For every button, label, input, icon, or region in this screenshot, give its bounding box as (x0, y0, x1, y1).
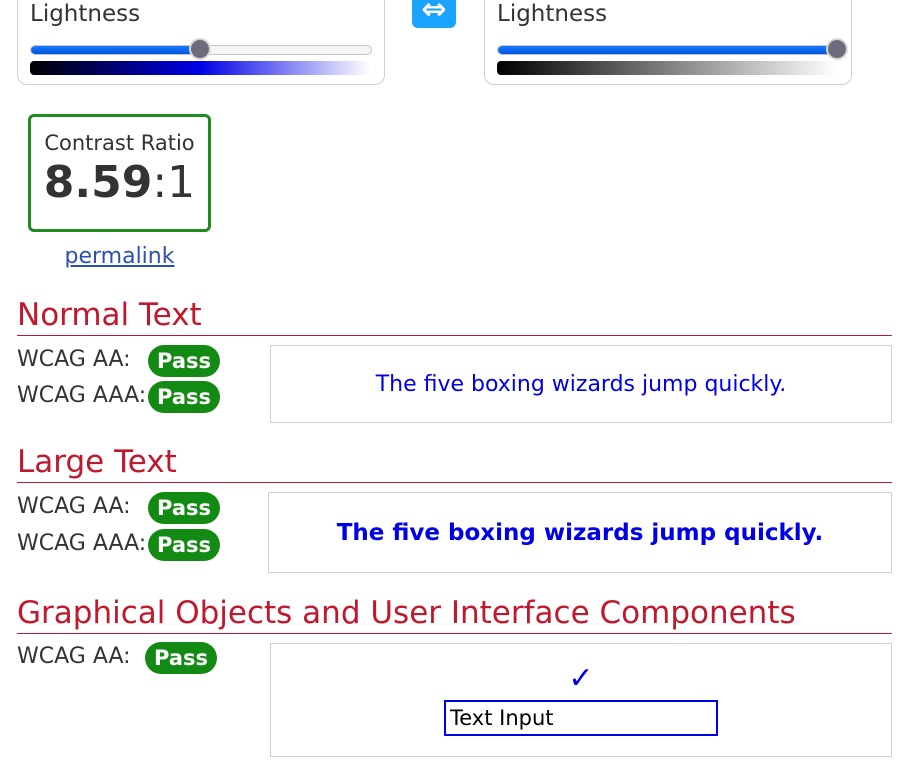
background-lightness-gradient (497, 61, 837, 75)
foreground-lightness-gradient (30, 61, 370, 75)
large-text-sample: The five boxing wizards jump quickly. (336, 519, 824, 546)
foreground-lightness-fill (31, 46, 201, 54)
normal-text-heading: Normal Text (17, 295, 892, 336)
normal-text-aaa-label: WCAG AAA: (17, 383, 147, 408)
normal-text-aa-label: WCAG AA: (17, 347, 131, 372)
normal-text-sample: The five boxing wizards jump quickly. (375, 371, 787, 397)
large-text-aa-label: WCAG AA: (17, 494, 131, 519)
background-lightness-label: Lightness (497, 1, 608, 27)
large-text-aaa-badge: Pass (148, 529, 220, 561)
large-text-aa-badge: Pass (148, 492, 220, 524)
background-lightness-slider-track[interactable] (497, 45, 839, 55)
graphical-objects-heading: Graphical Objects and User Interface Com… (17, 593, 892, 634)
contrast-ratio-value: 8.59:1 (31, 157, 208, 208)
foreground-lightness-panel: Lightness (17, 0, 385, 85)
contrast-ratio-label: Contrast Ratio (44, 131, 195, 155)
large-text-sample-box: The five boxing wizards jump quickly. (268, 492, 892, 573)
large-text-aaa-label: WCAG AAA: (17, 531, 147, 556)
swap-colors-button[interactable]: ⇔ (412, 0, 456, 28)
permalink-link[interactable]: permalink (28, 244, 211, 269)
foreground-lightness-thumb[interactable] (189, 38, 211, 60)
double-arrow-icon: ⇔ (421, 0, 447, 27)
background-lightness-thumb[interactable] (826, 38, 848, 60)
graphical-aa-label: WCAG AA: (17, 644, 131, 669)
normal-text-aaa-badge: Pass (148, 381, 220, 413)
contrast-ratio-number: 8.59 (43, 157, 153, 208)
graphical-aa-badge: Pass (145, 642, 217, 674)
normal-text-aa-badge: Pass (148, 345, 220, 377)
checkmark-icon: ✓ (568, 661, 594, 696)
normal-text-sample-box: The five boxing wizards jump quickly. (270, 345, 892, 423)
contrast-ratio-box: Contrast Ratio 8.59:1 (28, 114, 211, 232)
contrast-ratio-suffix: :1 (152, 157, 196, 208)
graphical-sample-box: ✓ (270, 643, 892, 757)
background-lightness-fill (498, 46, 838, 54)
background-lightness-panel: Lightness (484, 0, 852, 85)
large-text-heading: Large Text (17, 442, 892, 483)
sample-text-input[interactable] (444, 700, 718, 736)
foreground-lightness-label: Lightness (30, 1, 141, 27)
